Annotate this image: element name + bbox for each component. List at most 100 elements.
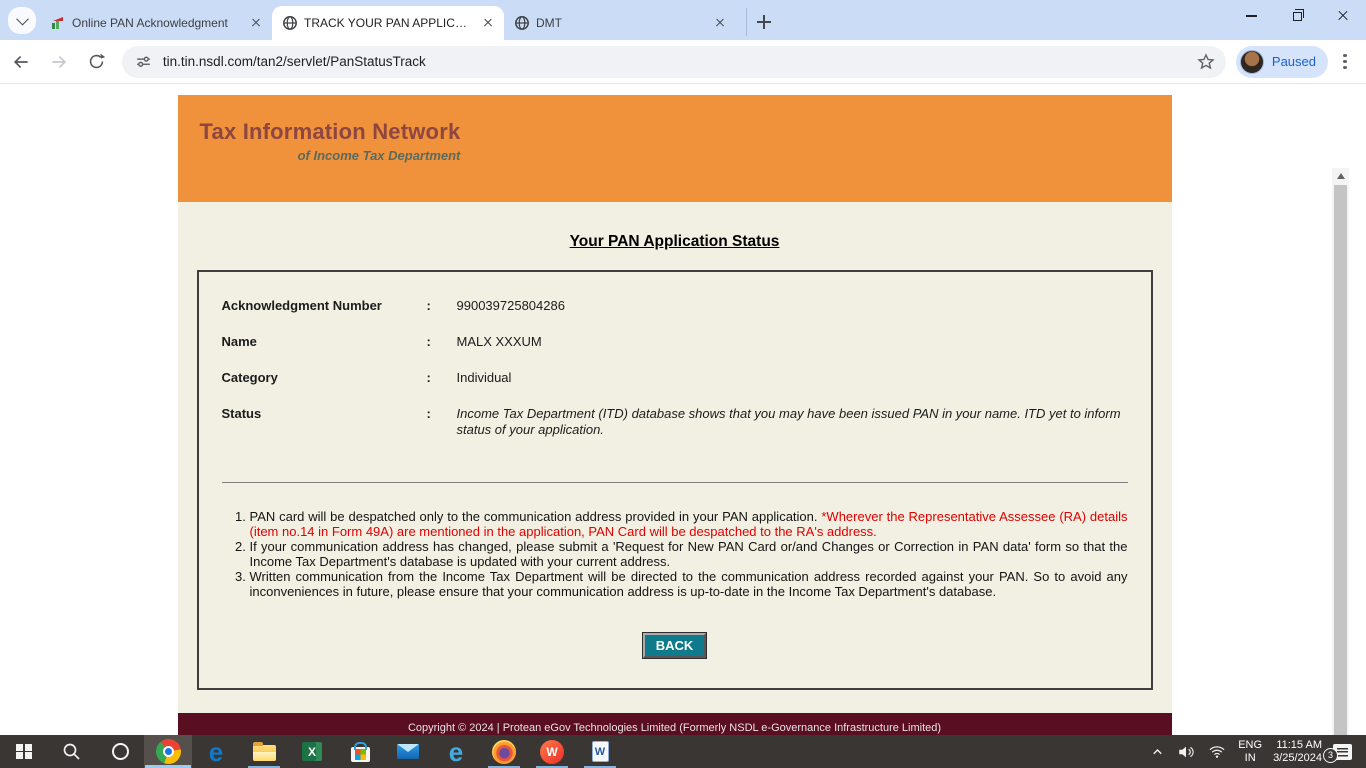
field-category: Category : Individual <box>222 370 1128 386</box>
triangle-up-icon <box>1337 173 1345 179</box>
taskbar-store-button[interactable] <box>336 735 384 768</box>
internet-explorer-icon: e <box>449 739 463 765</box>
field-status: Status : Income Tax Department (ITD) dat… <box>222 406 1128 438</box>
plus-icon <box>757 15 771 29</box>
window-minimize-button[interactable] <box>1228 0 1274 32</box>
windows-taskbar: e e ENG IN <box>0 735 1366 768</box>
taskbar-internet-explorer-button[interactable]: e <box>432 735 480 768</box>
status-details-box: Acknowledgment Number : 990039725804286 … <box>197 270 1153 690</box>
taskbar-wps-button[interactable] <box>528 735 576 768</box>
wifi-icon[interactable] <box>1207 743 1227 760</box>
tray-chevron-up-icon[interactable] <box>1150 744 1165 759</box>
tab-close-icon[interactable] <box>712 15 728 31</box>
search-icon <box>62 742 82 762</box>
bookmark-star-icon[interactable] <box>1196 52 1216 72</box>
field-label: Status <box>222 406 427 438</box>
notification-count-badge: 3 <box>1323 748 1338 763</box>
tray-time: 11:15 AM <box>1273 739 1322 752</box>
chrome-icon <box>156 739 181 764</box>
scroll-up-button[interactable] <box>1332 168 1349 183</box>
field-label: Acknowledgment Number <box>222 298 427 314</box>
field-name: Name : MALX XXXUM <box>222 334 1128 350</box>
volume-icon[interactable] <box>1176 743 1196 761</box>
tray-date: 3/25/2024 <box>1273 752 1322 765</box>
scrollbar-thumb[interactable] <box>1334 185 1347 735</box>
site-settings-icon <box>134 52 153 71</box>
profile-avatar <box>1240 50 1264 74</box>
pan-site-favicon-icon <box>50 15 66 31</box>
field-value: Individual <box>457 370 1128 386</box>
taskbar-firefox-button[interactable] <box>480 735 528 768</box>
tab-search-button[interactable] <box>8 7 36 34</box>
tab-online-pan-acknowledgment[interactable]: Online PAN Acknowledgment <box>40 6 272 40</box>
page-title: Your PAN Application Status <box>178 233 1172 251</box>
start-button[interactable] <box>0 735 48 768</box>
notes-list: PAN card will be despatched only to the … <box>222 509 1128 599</box>
url-text[interactable]: tin.tin.nsdl.com/tan2/servlet/PanStatusT… <box>163 54 1196 69</box>
field-label: Category <box>222 370 427 386</box>
system-tray: ENG IN 11:15 AM 3/25/2024 3 <box>1150 735 1366 768</box>
back-button[interactable] <box>4 45 38 79</box>
tab-close-icon[interactable] <box>248 15 264 31</box>
taskbar-chrome-button[interactable] <box>144 735 192 768</box>
cortana-button[interactable] <box>96 735 144 768</box>
main-content: Your PAN Application Status Acknowledgme… <box>178 202 1172 713</box>
close-icon <box>1337 10 1349 22</box>
mail-icon <box>397 744 419 759</box>
excel-icon <box>302 742 322 761</box>
tab-title: TRACK YOUR PAN APPLICATION <box>304 16 474 30</box>
new-tab-button[interactable] <box>746 8 774 36</box>
tab-close-icon[interactable] <box>480 15 496 31</box>
restore-icon <box>1293 12 1302 21</box>
taskbar-clock[interactable]: 11:15 AM 3/25/2024 <box>1273 739 1322 764</box>
tab-track-pan-application[interactable]: TRACK YOUR PAN APPLICATION <box>272 6 504 40</box>
profile-button[interactable]: Paused <box>1236 46 1328 78</box>
action-center-button[interactable]: 3 <box>1333 744 1352 760</box>
field-acknowledgment-number: Acknowledgment Number : 990039725804286 <box>222 298 1128 314</box>
note-item: Written communication from the Income Ta… <box>250 569 1128 599</box>
tab-title: Online PAN Acknowledgment <box>72 16 242 30</box>
tin-banner: Tax Information Network of Income Tax De… <box>178 95 1172 202</box>
copyright-text: Copyright © 2024 | Protean eGov Technolo… <box>408 722 941 734</box>
language-indicator[interactable]: ENG IN <box>1238 739 1262 764</box>
back-button-page[interactable]: BACK <box>643 633 707 658</box>
cortana-icon <box>111 742 130 761</box>
refresh-button[interactable] <box>80 45 114 79</box>
taskbar-file-explorer-button[interactable] <box>240 735 288 768</box>
globe-icon <box>514 15 530 31</box>
field-label: Name <box>222 334 427 350</box>
globe-icon <box>282 15 298 31</box>
edge-icon: e <box>209 739 223 765</box>
taskbar-word-button[interactable] <box>576 735 624 768</box>
page-viewport: Tax Information Network of Income Tax De… <box>0 84 1349 735</box>
taskbar-mail-button[interactable] <box>384 735 432 768</box>
banner-title: Tax Information Network <box>200 119 461 145</box>
page-footer: Copyright © 2024 | Protean eGov Technolo… <box>178 713 1172 735</box>
refresh-icon <box>87 52 106 71</box>
forward-arrow-icon <box>49 52 69 72</box>
back-arrow-icon <box>11 52 31 72</box>
forward-button[interactable] <box>42 45 76 79</box>
firefox-icon <box>492 740 516 764</box>
window-restore-button[interactable] <box>1274 0 1320 32</box>
vertical-scrollbar[interactable] <box>1332 168 1349 735</box>
field-value: 990039725804286 <box>457 298 1128 314</box>
chevron-down-icon <box>16 13 29 26</box>
taskbar-edge-button[interactable]: e <box>192 735 240 768</box>
windows-logo-icon <box>16 744 32 760</box>
separator-line <box>222 482 1128 483</box>
minimize-icon <box>1246 15 1257 16</box>
word-icon <box>592 741 609 762</box>
tab-title: DMT <box>536 16 706 30</box>
note-item: PAN card will be despatched only to the … <box>250 509 1128 539</box>
tab-dmt[interactable]: DMT <box>504 6 736 40</box>
sync-paused-label: Paused <box>1272 54 1316 69</box>
address-bar[interactable]: tin.tin.nsdl.com/tan2/servlet/PanStatusT… <box>122 46 1226 78</box>
microsoft-store-icon <box>351 747 370 762</box>
banner-subtitle: of Income Tax Department <box>200 148 461 163</box>
taskbar-search-button[interactable] <box>48 735 96 768</box>
browser-menu-button[interactable] <box>1336 53 1354 71</box>
window-close-button[interactable] <box>1320 0 1366 32</box>
taskbar-excel-button[interactable] <box>288 735 336 768</box>
browser-tab-strip: Online PAN Acknowledgment TRACK YOUR PAN… <box>0 0 1366 40</box>
